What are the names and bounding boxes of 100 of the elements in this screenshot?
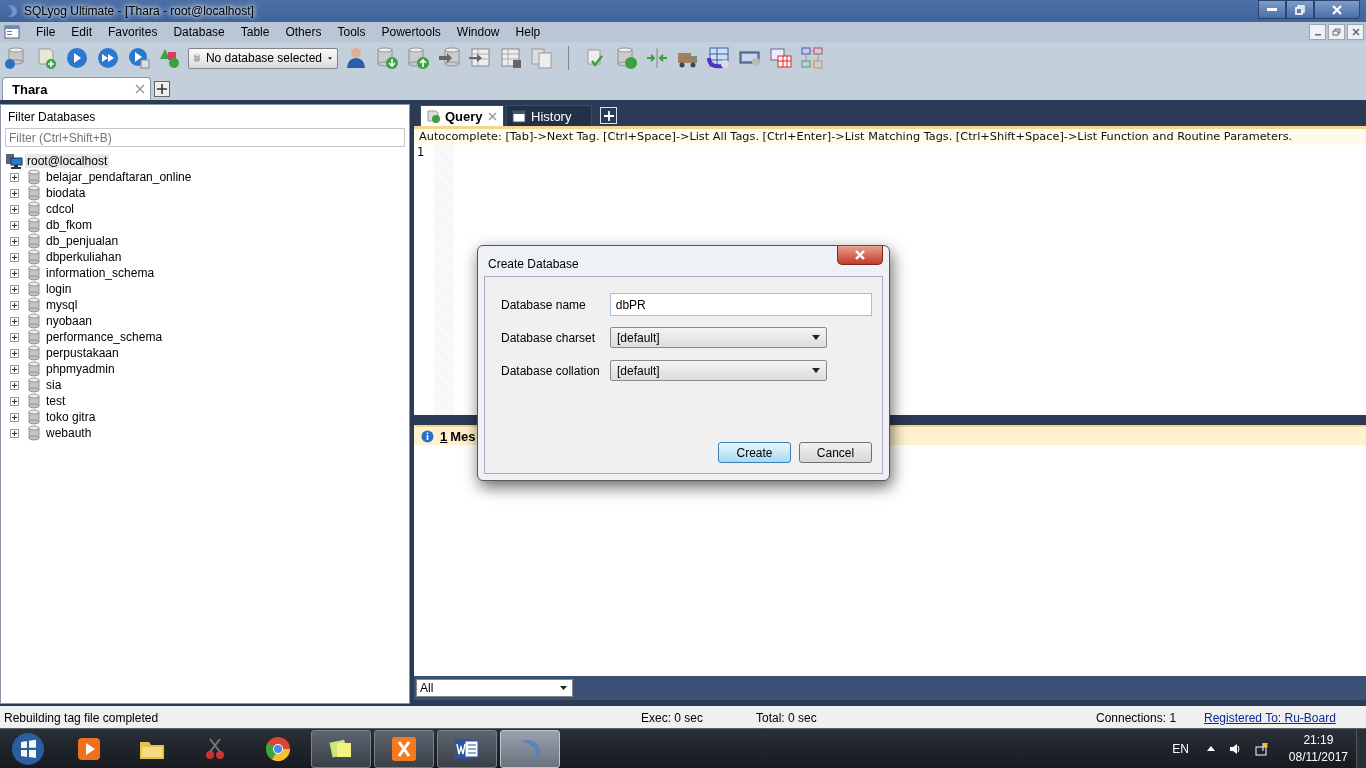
expand-icon[interactable] [10,172,19,182]
query-tab[interactable]: Query [420,105,504,126]
close-icon [1331,4,1343,15]
dropdown-field[interactable]: [default] [610,327,827,348]
tree-item[interactable]: login [46,282,72,296]
database-icon [28,233,40,249]
speaker-icon[interactable] [1228,742,1241,755]
menu-item[interactable]: Table [232,25,278,39]
clock[interactable]: 21:19 08/11/2017 [1288,731,1348,766]
menu-item[interactable]: Help [507,25,549,39]
database-upload-button[interactable] [405,45,431,71]
menu-item[interactable]: Window [448,25,508,39]
taskbar-app-button[interactable] [437,729,497,768]
network-flag-icon[interactable] [1254,741,1269,756]
total-time: Total: 0 sec [756,711,818,725]
expand-icon[interactable] [10,268,19,278]
registration-link[interactable]: Registered To: Ru-Board [1204,711,1336,725]
taskbar-app-button[interactable] [311,729,371,768]
menu-item[interactable]: Favorites [100,25,166,39]
menu-item[interactable]: Tools [329,25,374,39]
taskbar-app-button[interactable] [500,729,560,768]
expand-icon[interactable] [10,300,19,310]
expand-icon[interactable] [10,412,19,422]
tree-item[interactable]: biodata [46,186,86,200]
query-tab[interactable]: History [506,105,592,126]
close-icon[interactable] [135,84,145,94]
new-tab-button[interactable] [154,81,170,97]
expand-icon[interactable] [10,428,19,438]
dialog-button[interactable]: Create [718,442,791,463]
database-globe-icon [3,46,27,70]
tree-item[interactable]: mysql [46,298,78,312]
connections-count: Connections: 1 [1096,711,1178,725]
play-button[interactable] [64,45,90,71]
close-icon[interactable] [487,111,497,121]
dialog-button[interactable]: Cancel [799,442,872,463]
expand-icon[interactable] [10,252,19,262]
menu-item[interactable]: File [28,25,64,39]
minimize-button[interactable] [1258,0,1286,19]
expand-icon[interactable] [10,236,19,246]
table-calculator-button[interactable] [498,45,524,71]
window-menu-icon[interactable] [4,25,20,39]
line-number: 1 [417,145,426,159]
dropdown-field[interactable]: [default] [610,360,827,381]
close-button[interactable] [837,246,883,265]
connection-tab[interactable]: Thara [2,77,151,100]
language-indicator[interactable]: EN [1172,741,1189,756]
tree-item[interactable]: db_penjualan [46,234,119,248]
restore-button[interactable] [1286,0,1314,19]
tree-item[interactable]: nyobaan [46,314,93,328]
tree-item[interactable]: cdcol [46,202,74,216]
menu-item[interactable]: Edit [63,25,101,39]
expand-icon[interactable] [10,380,19,390]
database-download-button[interactable] [374,45,400,71]
tree-item[interactable]: db_fkom [46,218,93,232]
result-filter-dropdown[interactable]: All [416,679,573,697]
expand-icon[interactable] [10,284,19,294]
field-label: Database charset [501,330,597,345]
tree-item[interactable]: root@localhost [25,154,110,168]
tree-item[interactable]: belajar_pendaftaran_online [46,170,192,184]
tree-item[interactable]: performance_schema [46,330,163,344]
taskbar-app-button[interactable] [374,729,434,768]
database-arrow-icon [437,46,461,70]
menu-item[interactable]: Others [277,25,330,39]
tree-item[interactable]: dbperkuliahan [46,250,122,264]
close-button[interactable] [1314,0,1360,19]
table-calculator-icon [499,46,523,70]
tree-item[interactable]: phpmyadmin [46,362,115,376]
menu-item[interactable]: Powertools [373,25,449,39]
fast-forward-button[interactable] [95,45,121,71]
expand-icon[interactable] [10,188,19,198]
expand-icon[interactable] [10,332,19,342]
expand-icon[interactable] [10,396,19,406]
expand-icon[interactable] [10,220,19,230]
play-document-button[interactable] [126,45,152,71]
database-icon [28,201,40,217]
database-icon [28,217,40,233]
database-download-icon [375,46,399,70]
exec-time: Exec: 0 sec [641,711,705,725]
tree-item[interactable]: information_schema [46,266,155,280]
expand-icon[interactable] [10,348,19,358]
tree-item[interactable]: sia [46,378,62,392]
database-name-field[interactable]: dbPR [609,293,872,316]
tree-item[interactable]: toko gitra [46,410,96,424]
close-button[interactable] [1347,24,1364,40]
window-title: SQLyog Ultimate - [Thara - root@localhost] [24,4,254,18]
xampp-icon [390,734,418,763]
expand-icon[interactable] [10,364,19,374]
tables-grid-button[interactable] [768,45,794,71]
browser-icon [264,734,292,763]
tree-item[interactable]: test [46,394,66,408]
play-icon [65,46,89,70]
tree-item[interactable]: webauth [46,426,92,440]
tree-item[interactable]: perpustakaan [46,346,119,360]
expand-icon[interactable] [10,204,19,214]
menu-item[interactable]: Database [165,25,233,39]
database-selector[interactable]: No database selected [188,47,338,69]
calendar-icon [512,109,526,123]
up-arrow-icon[interactable] [1206,746,1215,751]
expand-icon[interactable] [10,316,19,326]
filter-field[interactable]: Filter (Ctrl+Shift+B) [5,128,405,147]
